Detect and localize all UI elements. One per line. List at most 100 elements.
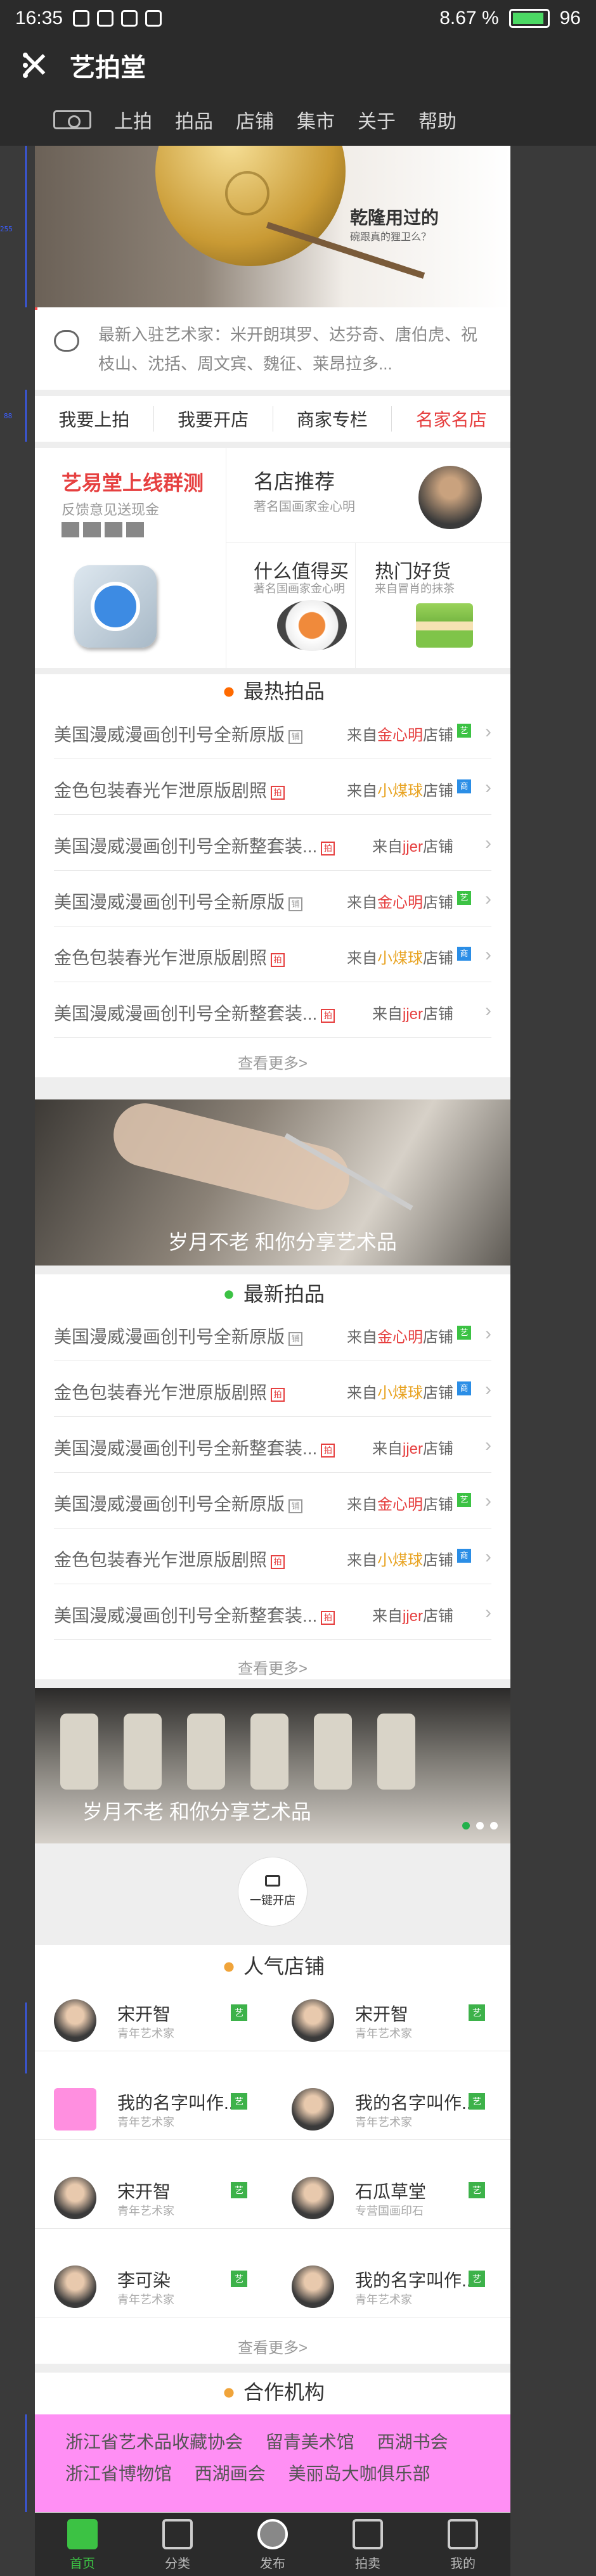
shop-badge: 商 xyxy=(457,1549,471,1563)
shop-badge xyxy=(457,835,471,849)
shop-card-desc: 青年艺术家 xyxy=(355,2116,412,2129)
shop-card[interactable]: 我的名字叫作... 青年艺术家 艺 xyxy=(35,2069,273,2140)
lot-row[interactable]: 美国漫威漫画创刊号全新整套装... 拍 来自jjer店铺 › xyxy=(54,1584,491,1640)
tab-open-shop[interactable]: 我要开店 xyxy=(154,406,273,432)
shops-more-link[interactable]: 查看更多> xyxy=(35,2335,510,2357)
lot-row[interactable]: 美国漫威漫画创刊号全新原版铺 来自金心明店铺艺 › xyxy=(54,1473,491,1528)
lot-title: 美国漫威漫画创刊号全新原版铺 xyxy=(54,1490,303,1516)
chevron-right-icon: › xyxy=(485,1323,491,1344)
partner-link[interactable]: 美丽岛大咖俱乐部 xyxy=(288,2464,431,2483)
shop-card-desc: 青年艺术家 xyxy=(355,2293,412,2306)
more-icon[interactable] xyxy=(0,53,51,78)
tab-auction[interactable]: 我要上拍 xyxy=(35,406,154,432)
shop-card[interactable]: 我的名字叫作... 青年艺术家 艺 xyxy=(273,2069,510,2140)
lot-shop: 来自jjer店铺 xyxy=(372,1006,453,1023)
nav-item-lots[interactable]: 拍品 xyxy=(175,106,213,134)
lot-type-tag: 铺 xyxy=(288,730,303,744)
shop-badge xyxy=(457,1437,471,1451)
chevron-right-icon: › xyxy=(485,1546,491,1567)
lot-type-tag: 铺 xyxy=(288,1332,303,1346)
lot-title: 美国漫威漫画创刊号全新整套装... 拍 xyxy=(54,1602,335,1627)
lot-row[interactable]: 金色包装春光乍泄原版剧照拍 来自小煤球店铺商 › xyxy=(54,1528,491,1584)
tab-merchant-column[interactable]: 商家专栏 xyxy=(273,406,392,432)
shop-badge: 艺 xyxy=(469,2271,485,2287)
promo-launch[interactable]: 艺易堂上线群测 反馈意见送现金 xyxy=(35,448,226,668)
new-more-link[interactable]: 查看更多> xyxy=(35,1656,510,1678)
shop-card-desc: 青年艺术家 xyxy=(117,2293,174,2306)
lot-shop: 来自金心明店铺 xyxy=(347,894,453,911)
user-icon xyxy=(448,2519,478,2549)
partners-panel: 浙江省艺术品收藏协会 留青美术馆 西湖书会 浙江省博物馆 西湖画会 美丽岛大咖俱… xyxy=(35,2414,510,2512)
lot-shop: 来自jjer店铺 xyxy=(372,838,453,855)
lot-shop: 来自金心明店铺 xyxy=(347,727,453,744)
shop-card[interactable]: 我的名字叫作... 青年艺术家 艺 xyxy=(273,2246,510,2317)
shop-card[interactable]: 宋开智 青年艺术家 艺 xyxy=(273,1980,510,2051)
nav-item-shops[interactable]: 店铺 xyxy=(236,106,274,134)
tab-mine[interactable]: 我的 xyxy=(415,2513,510,2576)
partner-link[interactable]: 西湖画会 xyxy=(195,2464,266,2483)
hot-more-link[interactable]: 查看更多> xyxy=(35,1051,510,1073)
shop-card[interactable]: 宋开智 青年艺术家 艺 xyxy=(35,1980,273,2051)
tab-publish[interactable]: 发布 xyxy=(225,2513,320,2576)
top-banner[interactable]: 乾隆用过的 碗跟真的狸卫么？ xyxy=(35,146,510,307)
lot-type-tag: 拍 xyxy=(271,953,285,967)
shop-name: jjer xyxy=(402,1440,423,1458)
partner-link[interactable]: 浙江省博物馆 xyxy=(65,2464,172,2483)
partner-link[interactable]: 西湖书会 xyxy=(377,2432,448,2452)
nav-item-market[interactable]: 集市 xyxy=(297,106,335,134)
partner-link[interactable]: 留青美术馆 xyxy=(266,2432,354,2452)
carousel-banner[interactable]: 岁月不老 和你分享艺术品 xyxy=(35,1688,510,1843)
shop-card[interactable]: 宋开智 青年艺术家 艺 xyxy=(35,2158,273,2229)
lot-shop: 来自金心明店铺 xyxy=(347,1329,453,1346)
shop-card-name: 我的名字叫作... xyxy=(117,2093,239,2113)
shop-name: jjer xyxy=(402,1608,423,1625)
lot-row[interactable]: 金色包装春光乍泄原版剧照拍 来自小煤球店铺商 › xyxy=(54,759,491,815)
lot-title: 美国漫威漫画创刊号全新整套装... 拍 xyxy=(54,1000,335,1025)
lot-title: 美国漫威漫画创刊号全新原版铺 xyxy=(54,721,303,747)
tab-home[interactable]: 首页 xyxy=(35,2513,130,2576)
promo-worth-buying[interactable]: 什么值得买 著名国画家金心明 xyxy=(226,543,356,668)
lot-row[interactable]: 美国漫威漫画创刊号全新整套装... 拍 来自jjer店铺 › xyxy=(54,982,491,1038)
camera-icon[interactable] xyxy=(53,110,91,129)
lot-row[interactable]: 美国漫威漫画创刊号全新原版铺 来自金心明店铺艺 › xyxy=(54,871,491,926)
tab-category[interactable]: 分类 xyxy=(130,2513,225,2576)
lot-row[interactable]: 金色包装春光乍泄原版剧照拍 来自小煤球店铺商 › xyxy=(54,1361,491,1417)
app-logo-icon xyxy=(74,565,157,648)
carousel-dots[interactable] xyxy=(462,1822,498,1829)
popular-shops-title: 人气店铺 xyxy=(35,1951,510,1980)
lot-row[interactable]: 美国漫威漫画创刊号全新原版铺 来自金心明店铺艺 › xyxy=(54,703,491,759)
partner-link[interactable]: 浙江省艺术品收藏协会 xyxy=(65,2432,243,2452)
art-banner[interactable]: 岁月不老 和你分享艺术品 xyxy=(35,1099,510,1266)
shop-name: 金心明 xyxy=(377,1496,423,1513)
shop-card[interactable]: 石瓜草堂 专营国画印石 艺 xyxy=(273,2158,510,2229)
lot-row[interactable]: 金色包装春光乍泄原版剧照拍 来自小煤球店铺商 › xyxy=(54,926,491,982)
nav-item-auction[interactable]: 上拍 xyxy=(114,106,152,134)
tab-famous-shops[interactable]: 名家名店 xyxy=(392,406,510,432)
avatar xyxy=(292,2265,334,2308)
nav-item-help[interactable]: 帮助 xyxy=(418,106,457,134)
lot-row[interactable]: 美国漫威漫画创刊号全新原版铺 来自金心明店铺艺 › xyxy=(54,1305,491,1361)
promo-famous-title: 名店推荐 xyxy=(254,470,335,493)
chevron-right-icon: › xyxy=(485,1490,491,1511)
lot-type-tag: 拍 xyxy=(271,786,285,800)
notice-bar[interactable]: 最新入驻艺术家：米开朗琪罗、达芬奇、唐伯虎、祝枝山、沈括、周文宾、魏征、莱昂拉多… xyxy=(35,307,510,390)
lot-type-tag: 拍 xyxy=(321,1611,335,1625)
lot-row[interactable]: 美国漫威漫画创刊号全新整套装... 拍 来自jjer店铺 › xyxy=(54,1417,491,1473)
lot-type-tag: 拍 xyxy=(321,842,335,855)
hot-section-title: 最热拍品 xyxy=(35,676,510,705)
lot-title: 美国漫威漫画创刊号全新整套装... 拍 xyxy=(54,1435,335,1460)
shop-badge: 商 xyxy=(457,779,471,793)
promo-hot-goods[interactable]: 热门好货 来自冒肖的抹茶 xyxy=(356,543,510,668)
promo-famous-shop[interactable]: 名店推荐 著名国画家金心明 xyxy=(226,448,510,543)
nav-item-about[interactable]: 关于 xyxy=(358,106,396,134)
open-shop-button[interactable]: 一键开店 xyxy=(238,1857,308,1926)
promo-hot-subtitle: 来自冒肖的抹茶 xyxy=(375,582,455,595)
shop-card[interactable]: 李可染 青年艺术家 艺 xyxy=(35,2246,273,2317)
page-content: 乾隆用过的 碗跟真的狸卫么？ 最新入驻艺术家：米开朗琪罗、达芬奇、唐伯虎、祝枝山… xyxy=(35,146,510,2576)
tab-auction[interactable]: 拍卖 xyxy=(320,2513,415,2576)
lot-type-tag: 铺 xyxy=(288,897,303,911)
promo-launch-title: 艺易堂上线群测 xyxy=(62,471,204,494)
shop-badge xyxy=(457,1605,471,1618)
shop-card-desc: 专营国画印石 xyxy=(355,2205,424,2217)
lot-row[interactable]: 美国漫威漫画创刊号全新整套装... 拍 来自jjer店铺 › xyxy=(54,815,491,871)
